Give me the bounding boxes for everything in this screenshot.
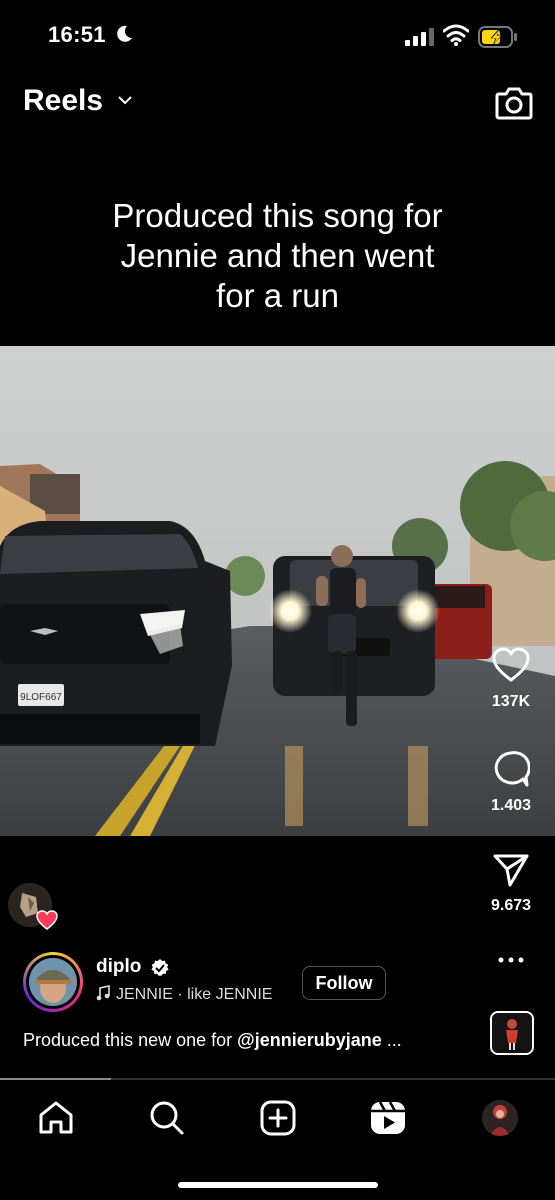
comment-count: 1.403	[490, 797, 532, 814]
share-count: 9.673	[490, 897, 532, 914]
create-icon[interactable]	[258, 1098, 298, 1138]
like-count: 137K	[491, 693, 531, 710]
audio-title: JENNIE · like JENNIE	[116, 986, 273, 1003]
audio-thumbnail-image	[492, 1013, 532, 1053]
profile-avatar-image	[482, 1100, 518, 1136]
follow-button[interactable]: Follow	[302, 966, 386, 1000]
avatar	[29, 958, 77, 1006]
avatar-image	[29, 958, 77, 1006]
license-plate: 9LOF667	[20, 692, 62, 703]
camera-icon[interactable]	[495, 85, 533, 121]
share-icon[interactable]	[492, 852, 530, 888]
music-note-icon	[96, 985, 110, 1001]
heart-icon	[36, 910, 58, 930]
share-action[interactable]: 9.673	[471, 852, 551, 915]
battery-icon	[478, 26, 517, 48]
author-avatar[interactable]	[23, 952, 83, 1012]
caption-line: Produced this song for	[112, 197, 443, 234]
wifi-icon	[443, 24, 469, 46]
audio-info[interactable]: JENNIE · like JENNIE	[96, 985, 272, 1004]
author-username[interactable]: diplo	[96, 956, 141, 978]
moon-icon	[117, 25, 132, 42]
verified-icon	[151, 959, 169, 976]
avatar-ring-gap	[26, 955, 80, 1009]
heart-icon[interactable]	[491, 646, 531, 684]
search-icon[interactable]	[147, 1098, 187, 1138]
post-description[interactable]: Produced this new one for @jennierubyjan…	[23, 1030, 402, 1051]
like-action[interactable]: 137K	[471, 646, 551, 711]
signal-icon	[405, 28, 434, 46]
chevron-down-icon[interactable]	[118, 95, 132, 105]
caption-line: Jennie and then went	[120, 237, 435, 274]
more-icon[interactable]	[497, 955, 525, 965]
reels-icon[interactable]	[368, 1098, 408, 1138]
comment-icon[interactable]	[492, 750, 531, 788]
status-time: 16:51	[48, 22, 106, 47]
comment-action[interactable]: 1.403	[471, 750, 551, 815]
audio-thumbnail[interactable]	[490, 1011, 534, 1055]
mention-link[interactable]: @jennierubyjane	[237, 1030, 382, 1050]
video-caption: Produced this song for Jennie and then w…	[0, 196, 555, 316]
home-icon[interactable]	[36, 1098, 76, 1138]
caption-line: for a run	[216, 277, 339, 314]
profile-avatar[interactable]	[482, 1100, 518, 1136]
description-text: Produced this new one for	[23, 1030, 238, 1050]
description-ellipsis: ...	[381, 1030, 402, 1050]
page-title[interactable]: Reels	[23, 84, 103, 118]
home-indicator	[178, 1182, 378, 1188]
